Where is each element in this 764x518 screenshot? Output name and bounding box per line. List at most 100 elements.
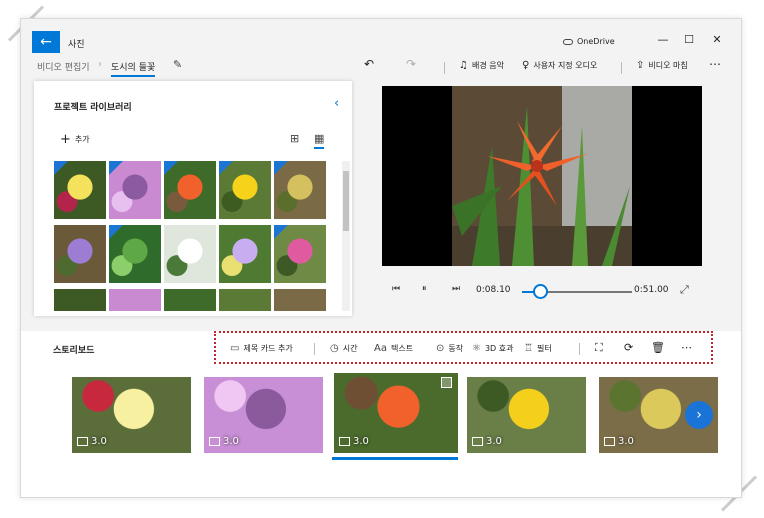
library-thumbnail[interactable]: [164, 289, 216, 311]
clip-duration: 3.0: [339, 436, 369, 447]
toolbar-divider: [444, 62, 445, 74]
title-bar: ← 사진 OneDrive — ☐ ✕: [21, 19, 741, 53]
small-thumbnail-view-icon[interactable]: ▦: [314, 132, 325, 149]
next-clips-button[interactable]: ›: [685, 401, 713, 429]
library-thumbnail[interactable]: [109, 289, 161, 311]
library-thumbnail[interactable]: [164, 225, 216, 283]
more-options-button[interactable]: ⋯: [709, 57, 721, 71]
image-icon: [604, 436, 615, 446]
clip-select-checkbox[interactable]: [441, 377, 452, 388]
in-project-marker-icon: [109, 225, 123, 239]
custom-audio-button[interactable]: ♀ 사용자 지정 오디오: [522, 60, 597, 71]
library-title: 프로젝트 라이브러리: [54, 103, 132, 113]
background-music-label: 배경 음악: [471, 61, 504, 70]
crop-button[interactable]: ⛶: [595, 341, 603, 355]
clip-duration-value: 3.0: [353, 436, 369, 447]
delete-button[interactable]: 🗑: [651, 341, 665, 354]
editor-body: 프로젝트 라이브러리 ‹ + 추가 ⊞ ▦ ⏮ ⏸ ⏭ 0:08.10 0:51…: [21, 81, 741, 331]
toolbar-divider: [314, 343, 315, 355]
library-scrollbar[interactable]: [342, 161, 350, 311]
in-project-marker-icon: [219, 161, 233, 175]
toolbar-divider: [621, 62, 622, 74]
onedrive-button[interactable]: OneDrive: [563, 37, 615, 46]
onedrive-label: OneDrive: [577, 37, 615, 46]
minimize-button[interactable]: —: [653, 33, 673, 46]
library-thumbnail[interactable]: [274, 225, 326, 283]
seek-knob[interactable]: [532, 284, 548, 299]
finish-video-button[interactable]: ⇪ 비디오 마침: [636, 60, 688, 71]
add-title-card-label: 제목 카드 추가: [243, 344, 293, 353]
filters-icon: ♖: [524, 343, 533, 354]
library-thumbnail[interactable]: [109, 161, 161, 219]
library-thumbnail[interactable]: [274, 289, 326, 311]
image-icon: [472, 436, 483, 446]
motion-button[interactable]: ⊙ 동작: [436, 343, 463, 354]
clip-duration-value: 3.0: [486, 436, 502, 447]
add-media-button[interactable]: + 추가: [60, 132, 90, 147]
library-thumbnail[interactable]: [219, 161, 271, 219]
edit-pencil-icon[interactable]: ✎: [173, 58, 182, 71]
library-thumbnail[interactable]: [219, 289, 271, 311]
project-title[interactable]: 도시의 들꽃: [111, 60, 156, 77]
in-project-marker-icon: [109, 161, 123, 175]
current-time: 0:08.10: [476, 285, 511, 295]
clip-duration: 3.0: [604, 436, 634, 447]
library-thumbnail[interactable]: [109, 225, 161, 283]
storyboard-more-button[interactable]: ⋯: [681, 341, 692, 354]
storyboard-clip[interactable]: 3.0: [72, 377, 191, 453]
collapse-library-icon[interactable]: ‹: [334, 96, 339, 111]
add-title-card-icon: ▭: [230, 343, 240, 354]
text-label: 텍스트: [390, 344, 414, 353]
fullscreen-button[interactable]: ⤢: [680, 283, 689, 297]
preview-frame-image: [452, 86, 632, 266]
library-thumbnail[interactable]: [219, 225, 271, 283]
storyboard-clip[interactable]: 3.0: [467, 377, 586, 453]
undo-button[interactable]: ↶: [364, 57, 374, 71]
motion-icon: ⊙: [436, 343, 445, 354]
clip-duration-value: 3.0: [618, 436, 634, 447]
image-icon: [339, 436, 350, 446]
project-library-panel: 프로젝트 라이브러리 ‹ + 추가 ⊞ ▦: [34, 81, 352, 316]
library-thumbnail[interactable]: [54, 161, 106, 219]
library-thumbnail[interactable]: [274, 161, 326, 219]
toolbar-divider: [579, 343, 580, 355]
text-icon: Aa: [374, 343, 387, 354]
storyboard-clip[interactable]: 3.0: [332, 371, 460, 455]
close-button[interactable]: ✕: [707, 33, 727, 46]
large-thumbnail-view-icon[interactable]: ⊞: [290, 132, 299, 145]
rotate-button[interactable]: ⟳: [624, 341, 633, 354]
maximize-button[interactable]: ☐: [679, 33, 699, 46]
storyboard-clip[interactable]: 3.0: [204, 377, 323, 453]
background-music-button[interactable]: ♫ 배경 음악: [459, 60, 504, 71]
library-thumbnail[interactable]: [164, 161, 216, 219]
undo-icon: ↶: [364, 57, 375, 71]
redo-button[interactable]: ↷: [406, 57, 416, 71]
scrollbar-thumb[interactable]: [343, 171, 349, 231]
filters-label: 필터: [536, 344, 552, 353]
app-title: 사진: [68, 40, 85, 50]
breadcrumb-video-editor[interactable]: 비디오 편집기: [37, 60, 90, 73]
filters-button[interactable]: ♖ 필터: [524, 343, 552, 354]
duration-label: 시간: [342, 344, 358, 353]
custom-audio-label: 사용자 지정 오디오: [533, 61, 598, 70]
skip-back-button[interactable]: ⏮: [392, 284, 400, 294]
in-project-marker-icon: [54, 161, 68, 175]
add-title-card-button[interactable]: ▭ 제목 카드 추가: [230, 343, 293, 354]
skip-forward-button[interactable]: ⏭: [452, 284, 460, 294]
3d-effects-button[interactable]: ⚛ 3D 효과: [472, 343, 513, 354]
storyboard-title: 스토리보드: [53, 346, 95, 356]
photos-app-window: ← 사진 OneDrive — ☐ ✕ 비디오 편집기 › 도시의 들꽃 ✎ ↶…: [20, 18, 742, 498]
library-thumbnail[interactable]: [54, 225, 106, 283]
duration-icon: ◷: [330, 343, 339, 354]
pause-button[interactable]: ⏸: [422, 284, 427, 294]
motion-label: 동작: [448, 344, 464, 353]
video-preview[interactable]: [382, 86, 702, 266]
back-button[interactable]: ←: [32, 31, 60, 53]
duration-button[interactable]: ◷ 시간: [330, 343, 357, 354]
in-project-marker-icon: [274, 161, 288, 175]
clip-duration: 3.0: [472, 436, 502, 447]
plus-icon: +: [60, 132, 71, 147]
audio-icon: ♀: [522, 60, 530, 71]
text-button[interactable]: Aa 텍스트: [374, 343, 413, 354]
library-thumbnail[interactable]: [54, 289, 106, 311]
